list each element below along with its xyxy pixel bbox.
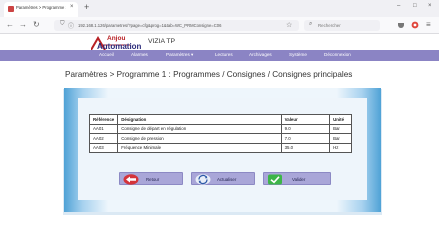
column-header-unite: Unité — [329, 114, 352, 125]
search-icon: ⌕ — [309, 21, 313, 27]
tab-close-icon[interactable]: × — [70, 4, 74, 10]
cell-designation: Consigne de départ en régulation — [117, 123, 282, 134]
cell-unit: Bar — [329, 133, 352, 144]
search-placeholder: Rechercher — [318, 23, 341, 28]
shield-icon: ⛉ — [60, 21, 65, 27]
forward-arrow-icon[interactable]: → — [19, 20, 27, 30]
back-arrow-icon — [123, 174, 139, 185]
refresh-icon — [195, 174, 211, 185]
menu-item-lectures[interactable]: Lectures — [215, 52, 233, 57]
refresh-button-label: Actualiser — [217, 176, 237, 182]
navigation-bar: ← → ↻ ⛉ ⓘ 192.168.1.126/parametres/?page… — [0, 17, 439, 34]
value-input[interactable]: 35.0 — [280, 142, 331, 153]
browser-window: Paramètres > Programme 1 : P × + – □ × ←… — [0, 0, 439, 241]
maximize-button[interactable]: □ — [413, 3, 417, 9]
value-input[interactable]: 9.0 — [280, 123, 331, 134]
page-info-icon[interactable]: ⓘ — [68, 21, 74, 30]
tab-strip: Paramètres > Programme 1 : P × + – □ × — [0, 0, 439, 17]
menu-item-accueil[interactable]: Accueil — [99, 52, 114, 57]
bookmark-star-icon[interactable]: ☆ — [286, 21, 292, 29]
refresh-button[interactable]: Actualiser — [191, 172, 255, 185]
back-button-label: Retour — [146, 176, 160, 182]
validate-button-label: Valider — [292, 176, 306, 182]
cell-designation: Fréquence Minimale — [117, 142, 282, 153]
cell-reference: AA02 — [88, 133, 119, 144]
cell-reference: AA03 — [88, 142, 119, 153]
validate-button[interactable]: Valider — [263, 172, 331, 185]
table-row: AA03 Fréquence Minimale 35.0 Hz — [88, 142, 352, 153]
main-menu: Accueil Alarmes Paramètres ▾ Lectures Ar… — [0, 50, 439, 61]
menu-item-systeme[interactable]: Système — [289, 52, 307, 57]
browser-tab[interactable]: Paramètres > Programme 1 : P × — [4, 2, 78, 17]
extension-icon[interactable] — [411, 21, 419, 29]
hamburger-menu-icon[interactable]: ≡ — [426, 20, 431, 30]
value-input[interactable]: 7.0 — [280, 133, 331, 144]
search-bar[interactable]: ⌕ Rechercher — [304, 20, 380, 31]
minimize-button[interactable]: – — [397, 3, 400, 9]
menu-item-deconnexion[interactable]: Déconnexion — [324, 52, 351, 57]
pocket-icon[interactable] — [397, 21, 405, 29]
cell-designation: Consigne de pression — [117, 133, 282, 144]
reload-icon[interactable]: ↻ — [33, 20, 40, 30]
back-button[interactable]: Retour — [119, 172, 183, 185]
menu-item-archivages[interactable]: Archivages — [249, 52, 272, 57]
checkmark-icon — [268, 174, 282, 185]
app-title: VIZIA TP — [148, 38, 176, 45]
tab-title: Paramètres > Programme 1 : P — [16, 5, 66, 10]
new-tab-button[interactable]: + — [84, 3, 89, 12]
menu-item-alarmes[interactable]: Alarmes — [131, 52, 148, 57]
address-bar[interactable]: ⛉ ⓘ 192.168.1.126/parametres/?page=cfg&p… — [54, 20, 299, 31]
column-header-reference: Référence — [88, 114, 119, 125]
close-window-button[interactable]: × — [428, 3, 432, 9]
consignes-table: Référence Désignation Valeur Unité AA01 … — [88, 114, 352, 153]
table-row: AA01 Consigne de départ en régulation 9.… — [88, 123, 352, 134]
breadcrumb: Paramètres > Programme 1 : Programmes / … — [65, 70, 353, 79]
menu-item-parametres[interactable]: Paramètres ▾ — [166, 52, 193, 58]
favicon-icon — [8, 6, 14, 12]
table-header-row: Référence Désignation Valeur Unité — [88, 114, 352, 125]
url-text[interactable]: 192.168.1.126/parametres/?page=cfg&prog=… — [78, 23, 221, 28]
cell-reference: AA01 — [88, 123, 119, 134]
back-arrow-icon[interactable]: ← — [6, 20, 14, 30]
cell-unit: Bar — [329, 123, 352, 134]
column-header-valeur: Valeur — [280, 114, 331, 125]
column-header-designation: Désignation — [117, 114, 282, 125]
logo-text-anjou: Anjou — [107, 35, 126, 42]
cell-unit: Hz — [329, 142, 352, 153]
table-row: AA02 Consigne de pression 7.0 Bar — [88, 133, 352, 144]
